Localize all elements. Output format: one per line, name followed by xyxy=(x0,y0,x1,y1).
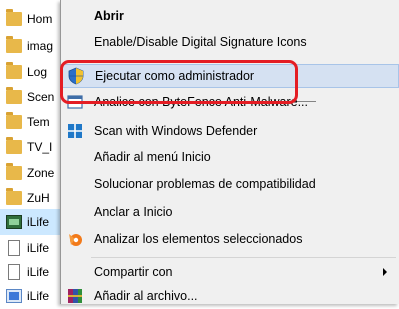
menu-label: Compartir con xyxy=(94,265,173,279)
menu-label: Solucionar problemas de compatibilidad xyxy=(94,177,316,191)
strike-through-line xyxy=(94,101,316,102)
menu-item-share-with[interactable]: Compartir con xyxy=(61,260,399,284)
app-icon xyxy=(6,215,22,229)
menu-item-digital-signature[interactable]: Enable/Disable Digital Signature Icons xyxy=(61,30,399,54)
menu-item-add-start-menu[interactable]: Añadir al menú Inicio xyxy=(61,145,399,169)
winrar-icon xyxy=(68,289,82,303)
folder-icon xyxy=(6,62,22,79)
menu-item-windows-defender[interactable]: Scan with Windows Defender xyxy=(61,119,399,143)
file-name: Scen xyxy=(27,90,55,104)
file-name: iLife xyxy=(27,265,50,279)
file-name: ZuH xyxy=(27,191,50,205)
menu-label: Abrir xyxy=(94,9,124,23)
file-name: imag xyxy=(27,39,54,53)
folder-icon xyxy=(6,112,22,129)
file-name: Tem xyxy=(27,115,50,129)
menu-item-add-to-archive[interactable]: Añadir al archivo... xyxy=(61,284,399,308)
submenu-arrow-icon xyxy=(383,268,387,276)
menu-item-pin-start[interactable]: Anclar a Inicio xyxy=(61,200,399,224)
file-name: iLife xyxy=(27,289,50,303)
file-name: Hom xyxy=(27,12,53,26)
window-icon xyxy=(6,289,22,303)
menu-item-open[interactable]: Abrir xyxy=(61,4,399,28)
file-name: TV_I xyxy=(27,140,53,154)
avast-icon xyxy=(69,234,82,246)
menu-item-analyze-selected[interactable]: Analizar los elementos seleccionados xyxy=(61,227,399,251)
folder-icon xyxy=(6,188,22,205)
windows-defender-icon xyxy=(68,124,82,138)
bytefence-icon xyxy=(67,95,83,109)
uac-shield-icon xyxy=(68,67,84,85)
folder-icon xyxy=(6,9,22,26)
menu-label: Añadir al menú Inicio xyxy=(94,150,211,164)
file-name: Log xyxy=(27,65,48,79)
file-name: iLife xyxy=(27,241,50,255)
folder-icon xyxy=(6,163,22,180)
menu-label: Analizar los elementos seleccionados xyxy=(94,232,303,246)
menu-label: Scan with Windows Defender xyxy=(94,124,258,138)
menu-label: Analice con ByteFence Anti-Malware... xyxy=(94,95,308,109)
menu-item-run-as-admin[interactable]: Ejecutar como administrador xyxy=(61,64,399,88)
file-name: iLife xyxy=(27,215,50,229)
file-name: Zone xyxy=(27,166,55,180)
menu-label: Añadir al archivo... xyxy=(94,289,198,303)
menu-label: Ejecutar como administrador xyxy=(95,69,255,83)
folder-icon xyxy=(6,36,22,53)
document-icon xyxy=(8,264,20,280)
menu-label: Enable/Disable Digital Signature Icons xyxy=(94,35,307,49)
menu-item-troubleshoot-compatibility[interactable]: Solucionar problemas de compatibilidad xyxy=(61,172,399,196)
context-menu: Abrir Enable/Disable Digital Signature I… xyxy=(60,0,399,304)
menu-separator xyxy=(91,257,396,258)
folder-icon xyxy=(6,137,22,154)
menu-label: Anclar a Inicio xyxy=(94,205,173,219)
document-icon xyxy=(8,240,20,256)
folder-icon xyxy=(6,87,22,104)
menu-item-bytefence[interactable]: Analice con ByteFence Anti-Malware... xyxy=(61,90,399,114)
